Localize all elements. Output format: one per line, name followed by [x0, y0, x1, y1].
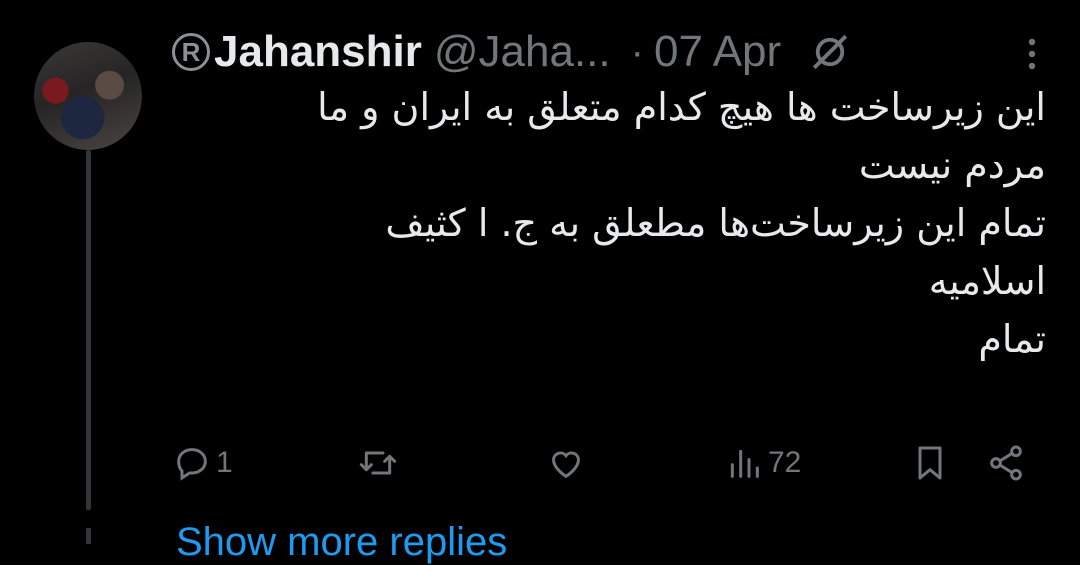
share-icon [990, 445, 1022, 481]
avatar[interactable] [34, 42, 142, 150]
views-icon [730, 449, 759, 478]
tweet-text: این زیرساخت ها هیچ کدام متعلق به ایران و… [300, 78, 1046, 368]
bookmark-button[interactable] [910, 436, 950, 490]
tweet-date[interactable]: 07 Apr [654, 27, 781, 77]
tweet-line: تمام [978, 317, 1046, 361]
display-name-text[interactable]: Jahanshir [214, 27, 422, 77]
bookmark-icon [918, 446, 942, 480]
share-button[interactable] [986, 436, 1026, 490]
tweet-header: R Jahanshir @Jaha... · 07 Apr [172, 24, 1060, 80]
tweet-line: اسلامیه [928, 259, 1046, 303]
tweet-line: تمام این زیرساخت‌ها مطعلق به ج. ا کثیف [385, 201, 1046, 245]
tweet-line: این زیرساخت ها هیچ کدام متعلق به ایران و… [317, 85, 1046, 129]
reply-button[interactable]: 1 [172, 436, 233, 490]
tweet-line: مردم نیست [858, 143, 1046, 187]
separator-dot: · [630, 29, 644, 74]
thread-line [86, 150, 91, 510]
reply-icon [177, 448, 207, 481]
more-options-icon[interactable] [1026, 36, 1038, 76]
grok-icon[interactable] [809, 31, 851, 73]
registered-icon: R [172, 33, 210, 71]
reply-count: 1 [216, 446, 233, 479]
like-icon [551, 451, 581, 479]
retweet-button[interactable] [358, 436, 402, 490]
views-button[interactable]: 72 [724, 436, 801, 490]
action-bar: 1 72 [172, 436, 1032, 490]
user-handle[interactable]: @Jaha... [434, 27, 611, 77]
like-button[interactable] [546, 436, 590, 490]
retweet-icon [359, 451, 397, 475]
display-name[interactable]: R Jahanshir [172, 27, 422, 77]
show-more-replies-link[interactable]: Show more replies [176, 520, 507, 565]
thread-line-continuation [86, 528, 91, 544]
views-count: 72 [768, 446, 802, 479]
